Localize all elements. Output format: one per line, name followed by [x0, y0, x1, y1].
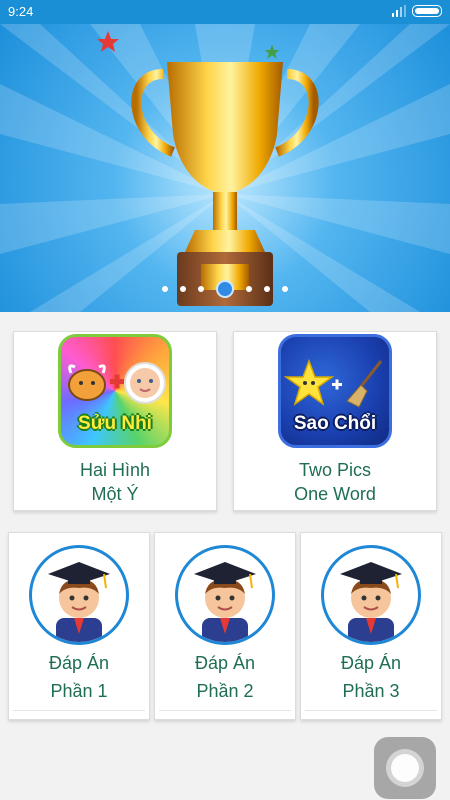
- game-title-line1: Hai Hình: [79, 460, 151, 480]
- ox-plus-baby-art: [68, 362, 166, 404]
- graduate-boy-icon: [29, 545, 129, 645]
- game-icon-text: Sao Chổi: [293, 413, 377, 434]
- assistive-touch-button[interactable]: [374, 737, 436, 799]
- carousel-dot[interactable]: [246, 286, 252, 292]
- game-card-hai-hinh-mot-y[interactable]: Sửu Nhi Hai Hình Một Ý: [13, 331, 217, 511]
- star-plus-broom-art: [283, 358, 383, 408]
- graduate-boy-art: [48, 562, 110, 642]
- graduate-boy-art: [340, 562, 402, 642]
- star-plus-broom-icon: Sao Chổi: [278, 334, 392, 448]
- game-title-line2: One Word: [294, 484, 376, 504]
- carousel-dot[interactable]: [180, 286, 186, 292]
- carousel-dot[interactable]: [162, 286, 168, 292]
- divider: [305, 710, 437, 711]
- graduate-boy-art: [194, 562, 256, 642]
- banner-carousel[interactable]: [0, 24, 450, 312]
- status-time: 9:24: [8, 4, 34, 19]
- carousel-dot[interactable]: [264, 286, 270, 292]
- answer-label-line2: Phần 3: [342, 681, 400, 701]
- graduate-boy-icon: [321, 545, 421, 645]
- answer-card-part-1[interactable]: Đáp Án Phần 1: [8, 532, 150, 720]
- red-star-icon: [97, 31, 119, 52]
- carousel-dot[interactable]: [198, 286, 204, 292]
- answer-label-line2: Phần 1: [50, 681, 108, 701]
- answer-card-part-3[interactable]: Đáp Án Phần 3: [300, 532, 442, 720]
- assistive-touch-icon: [386, 749, 424, 787]
- answer-label-line2: Phần 2: [196, 681, 254, 701]
- trophy-icon: [131, 62, 319, 306]
- answer-card-part-2[interactable]: Đáp Án Phần 2: [154, 532, 296, 720]
- answer-label-line1: Đáp Án: [194, 653, 256, 673]
- divider: [159, 710, 291, 711]
- battery-icon: [412, 5, 442, 17]
- carousel-indicator[interactable]: [0, 280, 450, 298]
- divider: [13, 710, 145, 711]
- game-title-line1: Two Pics: [298, 460, 372, 480]
- status-icons: [392, 5, 442, 17]
- signal-icon: [392, 5, 406, 17]
- game-title-line2: Một Ý: [91, 484, 139, 504]
- answer-label-line1: Đáp Án: [340, 653, 402, 673]
- ox-plus-baby-icon: Sửu Nhi: [58, 334, 172, 448]
- graduate-boy-icon: [175, 545, 275, 645]
- game-icon-text: Sửu Nhi: [78, 413, 152, 434]
- answer-label-line1: Đáp Án: [48, 653, 110, 673]
- status-bar: 9:24: [0, 0, 450, 24]
- carousel-dot[interactable]: [282, 286, 288, 292]
- game-card-two-pics-one-word[interactable]: Sao Chổi Two Pics One Word: [233, 331, 437, 511]
- carousel-dot-active[interactable]: [216, 280, 234, 298]
